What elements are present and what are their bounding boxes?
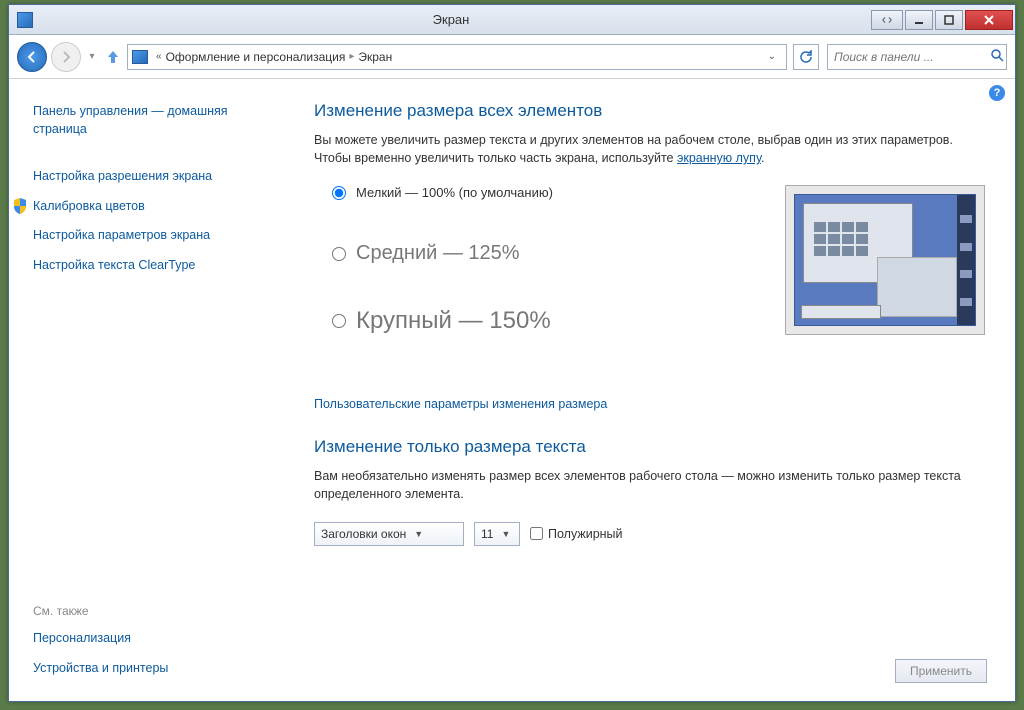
chevron-right-icon: ▸ [349, 51, 354, 62]
font-size-combo[interactable]: 11 ▼ [474, 522, 520, 546]
description-text-only: Вам необязательно изменять размер всех э… [314, 467, 985, 503]
apply-button[interactable]: Применить [895, 659, 987, 683]
heading-text-only: Изменение только размера текста [314, 437, 985, 457]
sidebar-item-cleartype[interactable]: Настройка текста ClearType [33, 251, 270, 281]
custom-scaling-link[interactable]: Пользовательские параметры изменения раз… [314, 397, 985, 411]
sidebar-item-resolution[interactable]: Настройка разрешения экрана [33, 162, 270, 192]
search-input[interactable] [834, 50, 991, 64]
see-also-devices[interactable]: Устройства и принтеры [33, 654, 270, 684]
sidebar-home-link[interactable]: Панель управления — домашняя страница [33, 97, 270, 144]
chevron-down-icon: ▼ [414, 529, 423, 539]
window-title: Экран [33, 12, 869, 27]
radio-medium-input[interactable] [332, 247, 346, 261]
titlebar: Экран [9, 5, 1015, 35]
radio-small-input[interactable] [332, 186, 346, 200]
radio-large[interactable]: Крупный — 150% [332, 307, 755, 335]
see-also-heading: См. также [33, 596, 270, 624]
breadcrumb-dropdown[interactable]: ⌄ [762, 51, 782, 62]
chevron-down-icon: ▼ [501, 529, 510, 539]
radio-large-input[interactable] [332, 314, 346, 328]
bold-checkbox-row[interactable]: Полужирный [530, 527, 623, 541]
breadcrumb[interactable]: « Оформление и персонализация ▸ Экран ⌄ [127, 44, 787, 70]
navigation-bar: ▾ « Оформление и персонализация ▸ Экран … [9, 35, 1015, 79]
scale-preview [785, 185, 985, 335]
forward-button[interactable] [51, 42, 81, 72]
up-button[interactable] [103, 47, 123, 67]
back-button[interactable] [17, 42, 47, 72]
sidebar-item-display-params[interactable]: Настройка параметров экрана [33, 221, 270, 251]
radio-small[interactable]: Мелкий — 100% (по умолчанию) [332, 185, 755, 200]
element-combo[interactable]: Заголовки окон ▼ [314, 522, 464, 546]
help-icon[interactable]: ? [989, 85, 1005, 101]
close-button[interactable] [965, 10, 1013, 30]
sidebar-item-label: Калибровка цветов [33, 198, 145, 216]
description-resize-all: Вы можете увеличить размер текста и друг… [314, 131, 985, 167]
app-icon [17, 12, 33, 28]
breadcrumb-level2[interactable]: Экран [358, 50, 392, 64]
refresh-button[interactable] [793, 44, 819, 70]
radio-medium[interactable]: Средний — 125% [332, 242, 755, 265]
main-content: Изменение размера всех элементов Вы може… [274, 79, 1015, 701]
breadcrumb-prefix: « [152, 51, 166, 62]
search-box[interactable] [827, 44, 1007, 70]
search-icon [991, 49, 1004, 65]
bold-checkbox[interactable] [530, 527, 543, 540]
control-panel-icon [132, 50, 148, 64]
dock-button[interactable] [871, 10, 903, 30]
see-also-personalization[interactable]: Персонализация [33, 624, 270, 654]
sidebar: Панель управления — домашняя страница На… [9, 79, 274, 701]
history-dropdown[interactable]: ▾ [85, 47, 99, 67]
shield-icon [13, 198, 27, 214]
sidebar-item-color-calibration[interactable]: Калибровка цветов [33, 192, 270, 222]
maximize-button[interactable] [935, 10, 963, 30]
breadcrumb-level1[interactable]: Оформление и персонализация [166, 50, 346, 64]
magnifier-link[interactable]: экранную лупу [677, 151, 761, 165]
heading-resize-all: Изменение размера всех элементов [314, 101, 985, 121]
minimize-button[interactable] [905, 10, 933, 30]
